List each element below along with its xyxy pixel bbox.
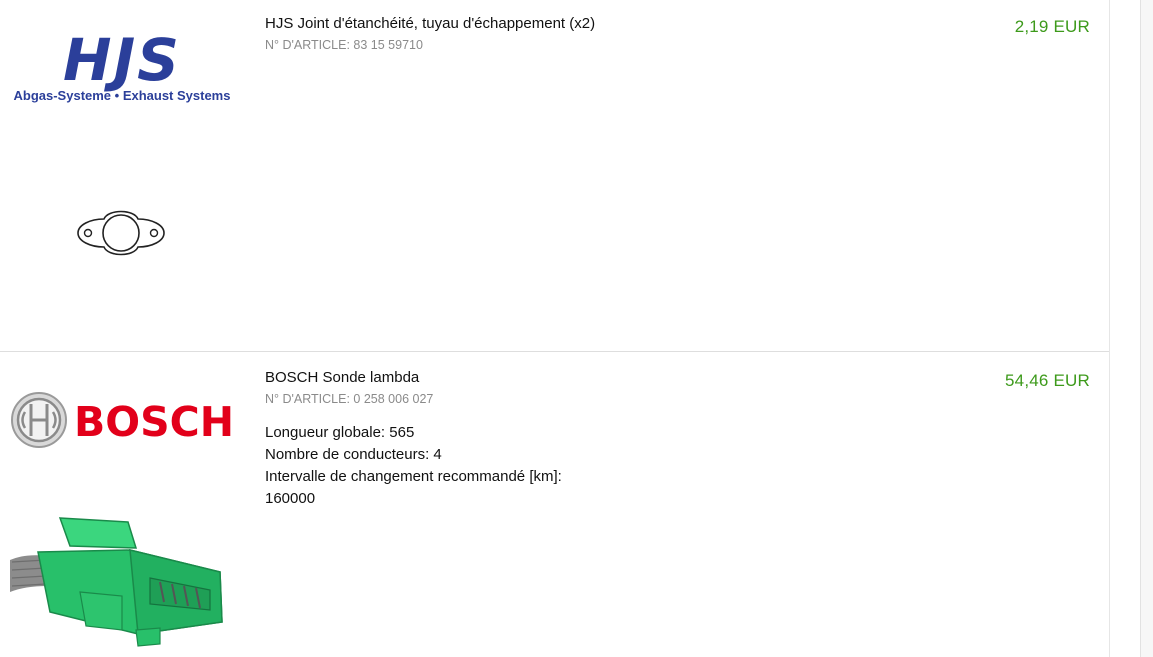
product-title[interactable]: HJS Joint d'étanchéité, tuyau d'échappem… (265, 15, 595, 32)
hjs-logo-text: HJS (63, 30, 181, 94)
hjs-logo-tagline: Abgas-Systeme • Exhaust Systems (14, 88, 231, 103)
spec-length: Longueur globale: 565 (265, 424, 415, 441)
spec-interval-value: 160000 (265, 490, 316, 507)
scrollbar[interactable] (1140, 0, 1153, 657)
product-card: BOSCH BOSCH Sonde lambda N° D'ARTICLE: 0… (0, 352, 1109, 657)
product-list: HJS Abgas-Systeme • Exhaust Systems HJS … (0, 0, 1110, 657)
product-title[interactable]: BOSCH Sonde lambda (265, 369, 419, 386)
spec-interval-label: Intervalle de changement recommandé [km]… (265, 468, 562, 485)
brand-logo-bosch: BOSCH (10, 390, 240, 455)
brand-logo-hjs: HJS Abgas-Systeme • Exhaust Systems (10, 26, 238, 111)
product-specs: Longueur globale: 565 Nombre de conducte… (265, 422, 562, 510)
article-number: N° D'ARTICLE: 0 258 006 027 (265, 392, 434, 406)
spec-conductors: Nombre de conducteurs: 4 (265, 446, 442, 463)
product-card: HJS Abgas-Systeme • Exhaust Systems HJS … (0, 0, 1109, 352)
product-price: 54,46 EUR (1005, 371, 1090, 390)
exhaust-gasket-icon (74, 203, 168, 268)
bosch-logo-text: BOSCH (74, 398, 234, 446)
right-gutter (1110, 0, 1140, 657)
product-price: 2,19 EUR (1014, 17, 1090, 36)
lambda-sensor-connector-icon (10, 512, 230, 657)
article-number: N° D'ARTICLE: 83 15 59710 (265, 38, 423, 52)
